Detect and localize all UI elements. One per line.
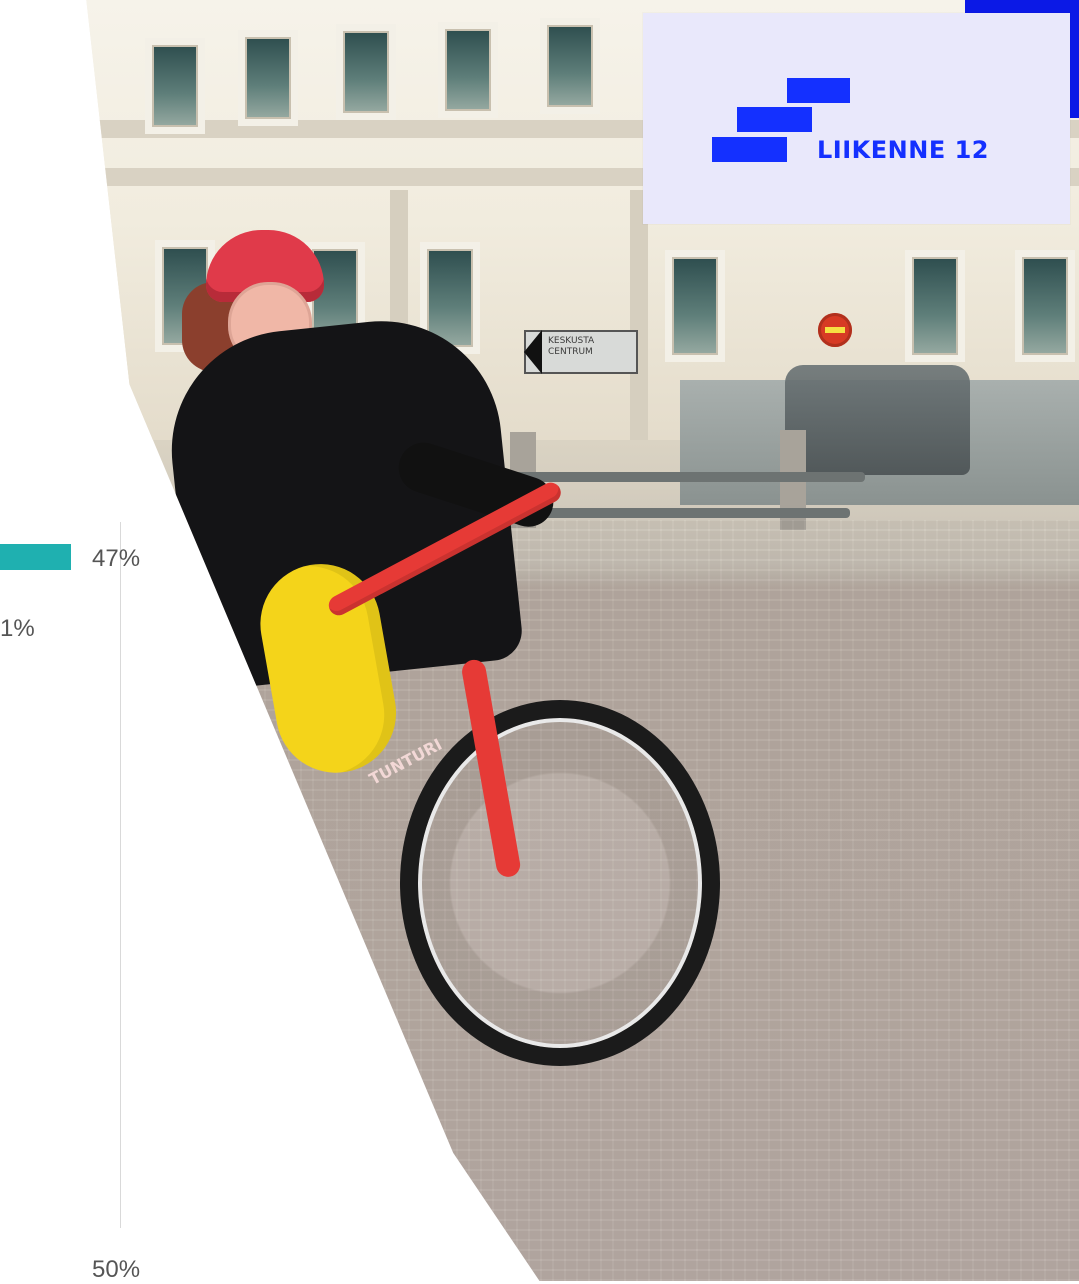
building-window bbox=[336, 24, 396, 120]
building-window bbox=[438, 22, 498, 118]
logo-square bbox=[787, 78, 812, 103]
chart-partial-value-label: 1% bbox=[0, 615, 35, 642]
chart-axis-line bbox=[120, 522, 121, 1228]
logo-square bbox=[737, 107, 762, 132]
building-window bbox=[540, 18, 600, 114]
logo-square bbox=[812, 78, 837, 103]
logo-square bbox=[712, 137, 737, 162]
logo-square bbox=[787, 107, 812, 132]
no-entry-sign bbox=[818, 313, 852, 347]
building-window bbox=[1015, 250, 1075, 362]
chart-bar bbox=[0, 544, 72, 570]
logo-square bbox=[762, 107, 787, 132]
building-window bbox=[905, 250, 965, 362]
logo-square bbox=[837, 78, 850, 103]
logo-text: LIIKENNE 12 bbox=[817, 136, 989, 164]
building-window bbox=[145, 38, 205, 134]
logo-square bbox=[762, 137, 787, 162]
chart-bar-value-label: 47% bbox=[92, 545, 141, 572]
bicycle-front-wheel bbox=[400, 700, 720, 1066]
chart-x-axis-tick-label: 50% bbox=[92, 1256, 141, 1283]
building-window bbox=[238, 30, 298, 126]
logo-panel bbox=[643, 13, 1070, 224]
logo-square bbox=[737, 137, 762, 162]
parked-car bbox=[785, 365, 970, 475]
cyclist: TUNTURI bbox=[159, 230, 720, 1070]
